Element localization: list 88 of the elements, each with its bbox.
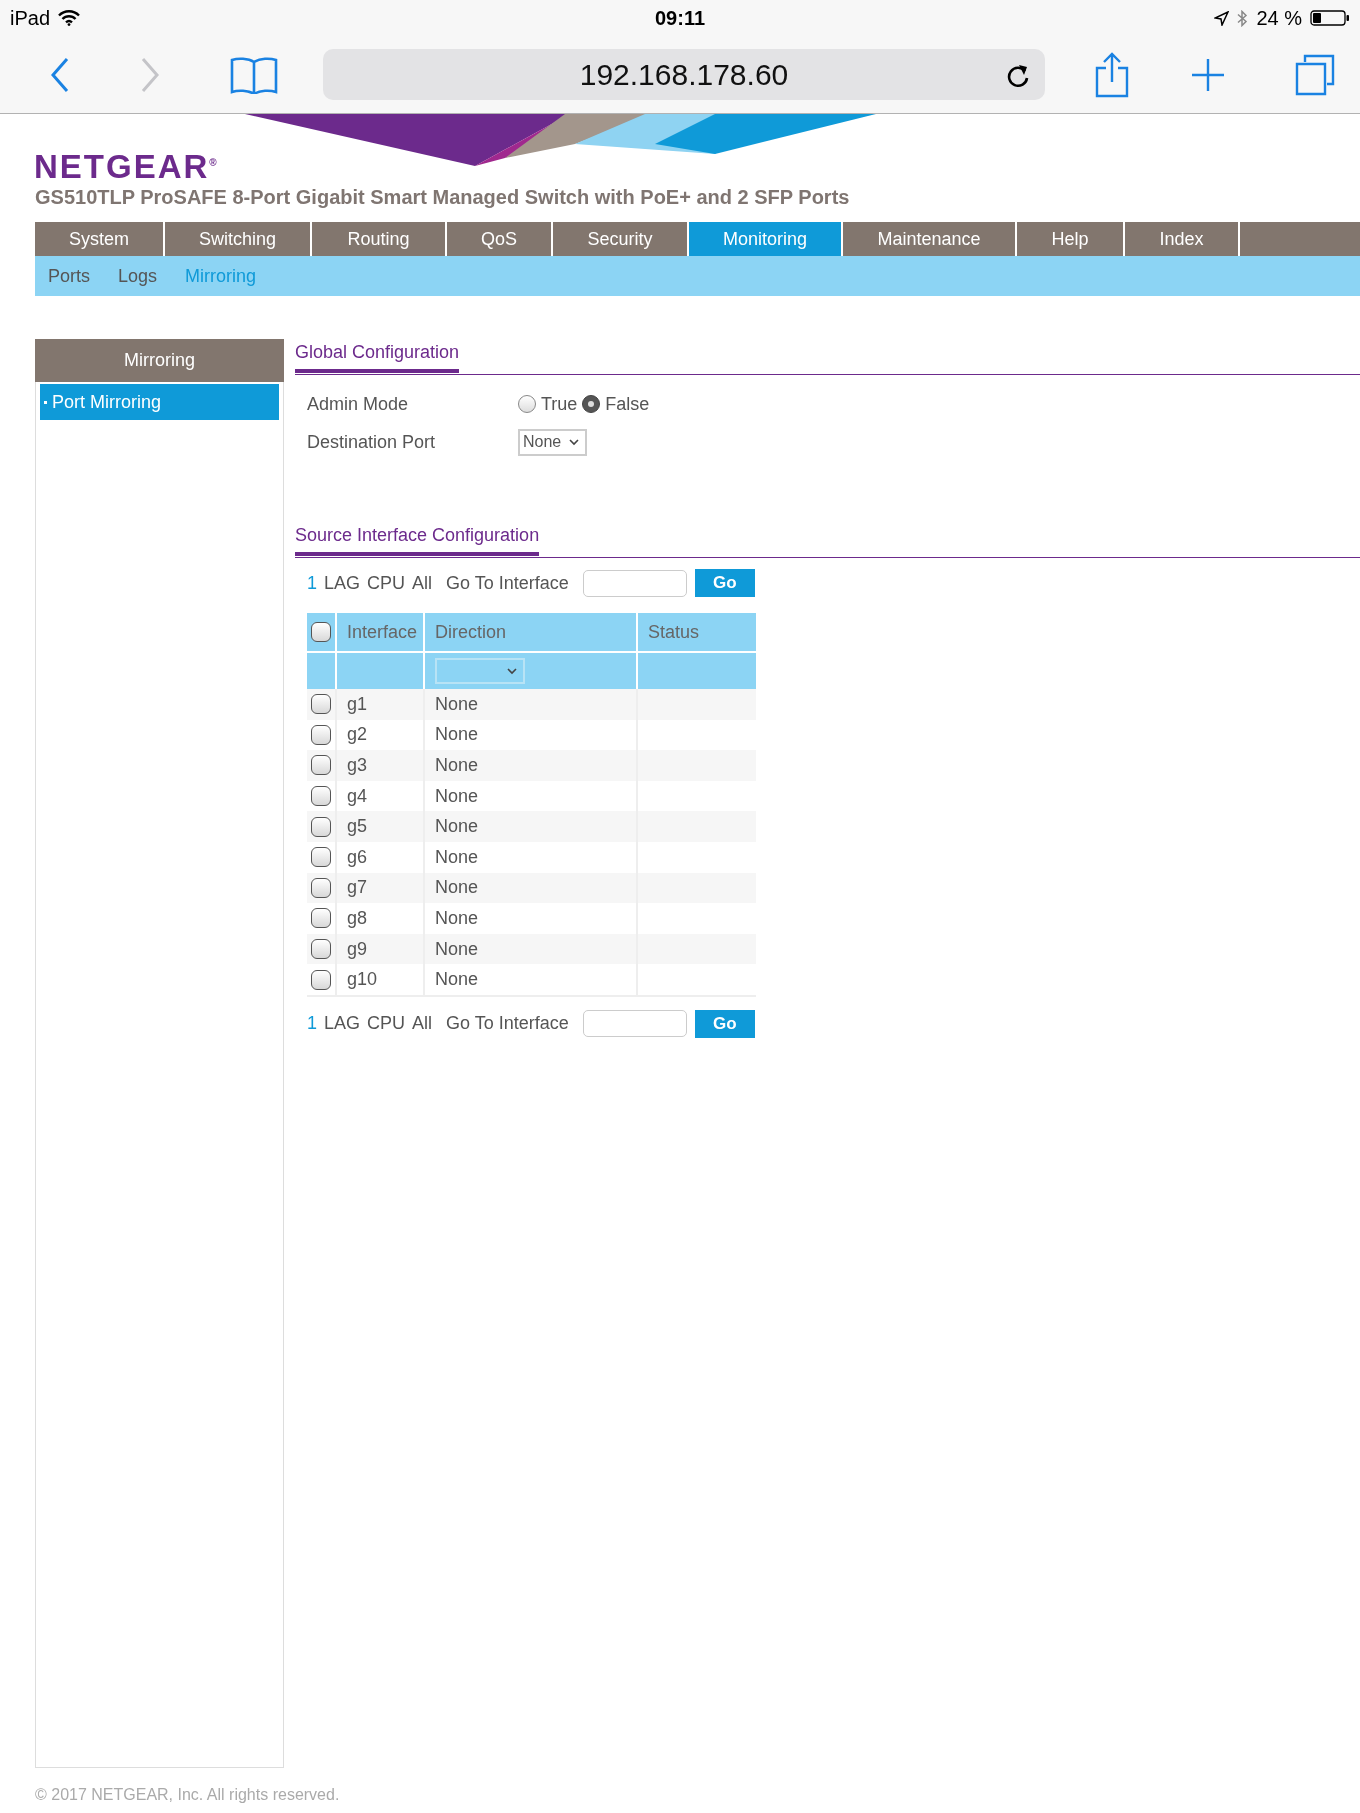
back-icon[interactable] bbox=[50, 56, 70, 93]
table-cell: None bbox=[435, 938, 479, 960]
radio-option[interactable]: False bbox=[582, 393, 650, 415]
interface-link[interactable]: CPU bbox=[367, 1013, 406, 1035]
column-header: Status bbox=[636, 613, 756, 651]
table-cell: g5 bbox=[347, 816, 368, 838]
sub-nav-tab[interactable]: Logs bbox=[118, 261, 158, 291]
go-button[interactable]: Go bbox=[694, 1009, 755, 1038]
row-checkbox[interactable] bbox=[311, 877, 331, 898]
tabs-icon[interactable] bbox=[1295, 53, 1335, 96]
table-cell: g9 bbox=[347, 938, 368, 960]
row-checkbox[interactable] bbox=[311, 694, 331, 715]
nav-tab[interactable]: System bbox=[35, 222, 165, 256]
address-bar[interactable]: 192.168.178.60 bbox=[323, 49, 1045, 100]
field-label: Admin Mode bbox=[307, 393, 410, 415]
interface-link[interactable]: 1 bbox=[307, 1013, 317, 1035]
product-title: GS510TLP ProSAFE 8-Port Gigabit Smart Managed Switch with PoE+ and 2 SFP Ports bbox=[35, 186, 850, 209]
clock-time: 09:11 bbox=[653, 6, 707, 30]
table-cell: g6 bbox=[347, 846, 368, 868]
table-cell: g7 bbox=[347, 877, 368, 899]
netgear-logo: NETGEAR$^{®}$ bbox=[34, 148, 217, 186]
go-to-interface-label: Go To Interface bbox=[446, 1013, 569, 1035]
row-checkbox[interactable] bbox=[311, 755, 331, 776]
nav-tab[interactable]: Routing bbox=[312, 222, 447, 256]
nav-tab[interactable]: Security bbox=[553, 222, 689, 256]
row-checkbox[interactable] bbox=[311, 939, 331, 960]
table-cell: g1 bbox=[347, 693, 368, 715]
row-checkbox[interactable] bbox=[311, 816, 331, 837]
table-cell: None bbox=[435, 755, 479, 776]
battery-icon bbox=[1310, 10, 1350, 26]
table-cell: g3 bbox=[347, 755, 368, 776]
table-cell: None bbox=[435, 907, 479, 929]
sidebar-title: Mirroring bbox=[35, 339, 284, 382]
interface-link[interactable]: LAG bbox=[324, 572, 361, 594]
table-cell: None bbox=[435, 724, 479, 746]
table-cell: g8 bbox=[347, 907, 368, 929]
row-checkbox[interactable] bbox=[311, 724, 331, 745]
nav-tab[interactable]: QoS bbox=[447, 222, 553, 256]
bookmarks-icon[interactable] bbox=[230, 55, 278, 94]
row-checkbox[interactable] bbox=[311, 847, 331, 868]
interface-input-field[interactable] bbox=[582, 569, 687, 597]
caret-icon bbox=[507, 667, 517, 675]
table-cell: g2 bbox=[347, 724, 368, 746]
interface-link[interactable]: CPU bbox=[367, 572, 406, 594]
interface-link[interactable]: 1 bbox=[307, 572, 317, 594]
nav-tab[interactable]: Index bbox=[1125, 222, 1240, 256]
battery-percentage: 24 % bbox=[1256, 6, 1302, 30]
table-cell: g10 bbox=[347, 969, 378, 991]
column-header: Direction bbox=[423, 613, 636, 651]
radio-button[interactable] bbox=[518, 395, 536, 413]
plus-icon[interactable] bbox=[1191, 57, 1225, 92]
nav-tab[interactable]: Maintenance bbox=[843, 222, 1017, 256]
device-name: iPad bbox=[10, 6, 51, 30]
go-to-interface-label: Go To Interface bbox=[446, 572, 569, 594]
interface-link[interactable]: All bbox=[412, 572, 433, 594]
row-checkbox[interactable] bbox=[311, 969, 331, 990]
nav-tab[interactable]: Monitoring bbox=[689, 222, 843, 256]
table-cell: None bbox=[435, 693, 479, 715]
interface-link[interactable]: LAG bbox=[324, 1013, 361, 1035]
table-cell: None bbox=[435, 846, 479, 868]
share-icon[interactable] bbox=[1095, 51, 1129, 98]
row-checkbox[interactable] bbox=[311, 908, 331, 929]
destination-port-dropdown[interactable]: None bbox=[518, 428, 588, 456]
field-label: Destination Port bbox=[307, 431, 437, 453]
interface-link[interactable]: All bbox=[412, 1013, 433, 1035]
table-cell: None bbox=[435, 816, 479, 838]
location-arrow-icon bbox=[1214, 10, 1230, 26]
nav-tab[interactable]: Switching bbox=[165, 222, 312, 256]
go-button[interactable]: Go bbox=[694, 569, 755, 597]
row-checkbox[interactable] bbox=[311, 786, 331, 807]
radio-option[interactable]: True bbox=[518, 393, 578, 415]
sidebar-item[interactable]: Port Mirroring bbox=[40, 384, 279, 420]
caret-icon bbox=[569, 438, 580, 446]
radio-button[interactable] bbox=[582, 395, 601, 413]
nav-tab[interactable]: Help bbox=[1017, 222, 1125, 256]
table-cell: None bbox=[435, 785, 479, 807]
interface-input-field[interactable] bbox=[582, 1010, 687, 1038]
table-cell: None bbox=[435, 969, 479, 991]
copyright-text: © 2017 NETGEAR, Inc. All rights reserved. bbox=[35, 1786, 340, 1804]
section-title: Source Interface Configuration bbox=[295, 525, 540, 556]
section-title: Global Configuration bbox=[295, 342, 460, 373]
table-cell: None bbox=[435, 877, 479, 899]
bluetooth-icon bbox=[1237, 9, 1249, 27]
sub-nav-tab[interactable]: Ports bbox=[48, 261, 90, 291]
table-cell: g4 bbox=[347, 785, 368, 807]
column-header: Interface bbox=[335, 613, 423, 651]
select-all-checkbox[interactable] bbox=[311, 622, 331, 642]
wifi-icon bbox=[58, 10, 81, 26]
